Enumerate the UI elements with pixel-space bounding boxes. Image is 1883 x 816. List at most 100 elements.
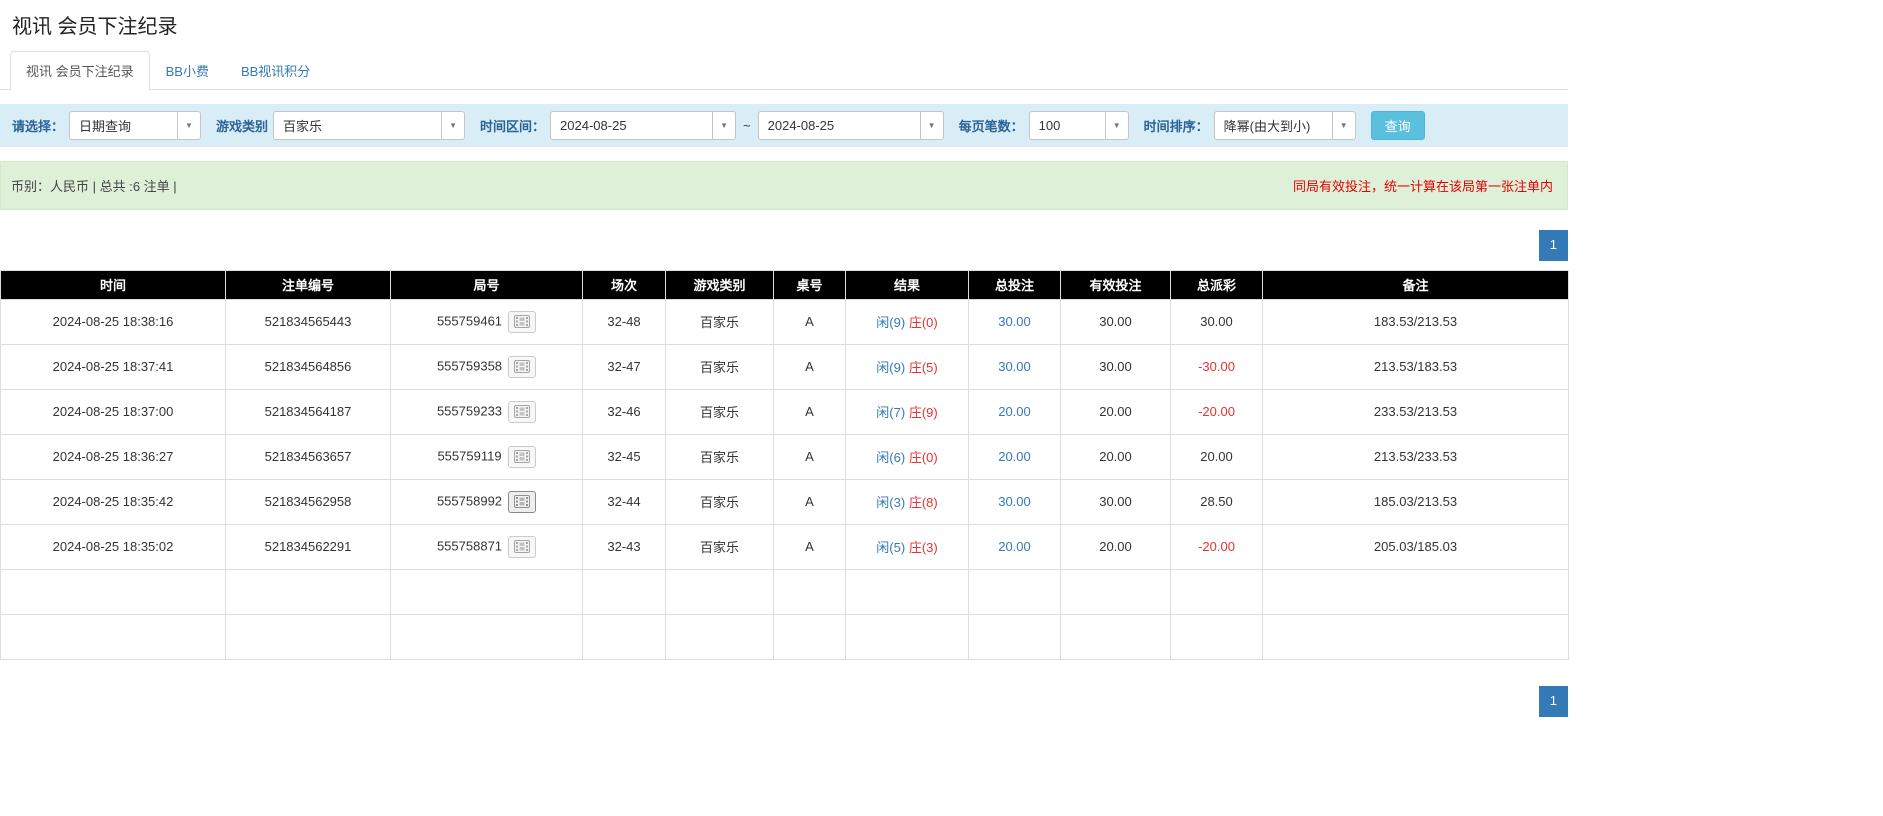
pagination-page-1[interactable]: 1 bbox=[1539, 230, 1568, 261]
table-body: 2024-08-25 18:38:16 521834565443 5557594… bbox=[1, 299, 1569, 659]
total-bet-link[interactable]: 30.00 bbox=[998, 359, 1031, 374]
total-payout: 8.50 bbox=[1171, 614, 1263, 659]
tab-bar: 视讯 会员下注纪录 BB小费 BB视讯积分 bbox=[0, 51, 1568, 90]
cell-time: 2024-08-25 18:37:41 bbox=[1, 344, 226, 389]
cell-time: 2024-08-25 18:36:27 bbox=[1, 434, 226, 479]
cell-result: 闲(9) 庄(5) bbox=[846, 344, 969, 389]
cell-session: 32-47 bbox=[583, 344, 666, 389]
chevron-down-icon[interactable]: ▼ bbox=[920, 112, 943, 139]
video-replay-icon[interactable] bbox=[508, 311, 536, 333]
video-replay-icon[interactable] bbox=[508, 401, 536, 423]
round-number: 555759119 bbox=[437, 448, 501, 463]
date-range-separator: ~ bbox=[743, 118, 751, 133]
cell-round: 555759358 bbox=[391, 344, 583, 389]
cell-round: 555759233 bbox=[391, 389, 583, 434]
total-bet-link[interactable]: 20.00 bbox=[998, 449, 1031, 464]
cell-note: 213.53/233.53 bbox=[1263, 434, 1569, 479]
header-payout: 总派彩 bbox=[1171, 270, 1263, 299]
cell-valid-bet: 20.00 bbox=[1061, 434, 1171, 479]
sort-select[interactable]: 降幂(由大到小) ▼ bbox=[1214, 111, 1356, 140]
subtotal-valid-bet: 150.00 bbox=[1061, 569, 1171, 614]
cell-round: 555758992 bbox=[391, 479, 583, 524]
cell-total-bet: 30.00 bbox=[969, 299, 1061, 344]
search-button[interactable]: 查询 bbox=[1371, 111, 1425, 140]
cell-valid-bet: 30.00 bbox=[1061, 344, 1171, 389]
cell-game-type: 百家乐 bbox=[666, 524, 774, 569]
cell-round: 555758871 bbox=[391, 524, 583, 569]
cell-payout: 28.50 bbox=[1171, 479, 1263, 524]
chevron-down-icon[interactable]: ▼ bbox=[177, 112, 200, 139]
round-number: 555759461 bbox=[437, 313, 502, 328]
round-number: 555759233 bbox=[437, 403, 502, 418]
result-banker: 庄(9) bbox=[909, 405, 938, 420]
date-range-label: 时间区间： bbox=[480, 116, 545, 135]
round-number: 555759358 bbox=[437, 358, 502, 373]
total-bet-link[interactable]: 30.00 bbox=[998, 314, 1031, 329]
cell-bet-id: 521834564856 bbox=[226, 344, 391, 389]
chevron-down-icon[interactable]: ▼ bbox=[1105, 112, 1128, 139]
total-bet-link[interactable]: 20.00 bbox=[998, 404, 1031, 419]
cell-bet-id: 521834564187 bbox=[226, 389, 391, 434]
cell-game-type: 百家乐 bbox=[666, 434, 774, 479]
cell-total-bet: 20.00 bbox=[969, 389, 1061, 434]
video-replay-icon[interactable] bbox=[508, 446, 536, 468]
header-round: 局号 bbox=[391, 270, 583, 299]
cell-session: 32-48 bbox=[583, 299, 666, 344]
date-to-select[interactable]: 2024-08-25 ▼ bbox=[758, 111, 944, 140]
cell-result: 闲(6) 庄(0) bbox=[846, 434, 969, 479]
table-row: 2024-08-25 18:35:42 521834562958 5557589… bbox=[1, 479, 1569, 524]
cell-game-type: 百家乐 bbox=[666, 389, 774, 434]
cell-round: 555759461 bbox=[391, 299, 583, 344]
cell-game-type: 百家乐 bbox=[666, 479, 774, 524]
pagination-page-1[interactable]: 1 bbox=[1539, 686, 1568, 717]
pagination-top: 1 bbox=[0, 230, 1568, 261]
cell-table: A bbox=[774, 479, 846, 524]
cell-valid-bet: 20.00 bbox=[1061, 524, 1171, 569]
video-replay-icon[interactable] bbox=[508, 536, 536, 558]
total-bet-link[interactable]: 30.00 bbox=[998, 494, 1031, 509]
tab-bb-video-points[interactable]: BB视讯积分 bbox=[225, 51, 326, 90]
subtotal-payout: 8.50 bbox=[1171, 569, 1263, 614]
query-type-value: 日期查询 bbox=[70, 116, 177, 135]
tab-bb-tip[interactable]: BB小费 bbox=[150, 51, 225, 90]
header-time: 时间 bbox=[1, 270, 226, 299]
cell-game-type: 百家乐 bbox=[666, 344, 774, 389]
table-row: 2024-08-25 18:36:27 521834563657 5557591… bbox=[1, 434, 1569, 479]
chevron-down-icon[interactable]: ▼ bbox=[1332, 112, 1355, 139]
table-row: 2024-08-25 18:38:16 521834565443 5557594… bbox=[1, 299, 1569, 344]
result-banker: 庄(0) bbox=[909, 450, 938, 465]
page-size-select[interactable]: 100 ▼ bbox=[1029, 111, 1129, 140]
tab-betting-records[interactable]: 视讯 会员下注纪录 bbox=[10, 51, 150, 90]
cell-note: 205.03/185.03 bbox=[1263, 524, 1569, 569]
header-bet-id: 注单编号 bbox=[226, 270, 391, 299]
result-banker: 庄(5) bbox=[909, 360, 938, 375]
page-title: 视讯 会员下注纪录 bbox=[12, 10, 1568, 39]
cell-note: 183.53/213.53 bbox=[1263, 299, 1569, 344]
query-type-select[interactable]: 日期查询 ▼ bbox=[69, 111, 201, 140]
cell-result: 闲(9) 庄(0) bbox=[846, 299, 969, 344]
cell-bet-id: 521834562958 bbox=[226, 479, 391, 524]
table-row: 2024-08-25 18:37:00 521834564187 5557592… bbox=[1, 389, 1569, 434]
video-replay-icon[interactable] bbox=[508, 491, 536, 513]
cell-table: A bbox=[774, 434, 846, 479]
cell-result: 闲(3) 庄(8) bbox=[846, 479, 969, 524]
total-bet-link[interactable]: 20.00 bbox=[998, 539, 1031, 554]
round-number: 555758992 bbox=[437, 493, 502, 508]
chevron-down-icon[interactable]: ▼ bbox=[441, 112, 464, 139]
date-to-value: 2024-08-25 bbox=[759, 118, 920, 133]
subtotal-total-bet: 150.00 bbox=[969, 569, 1061, 614]
table-header-row: 时间 注单编号 局号 场次 游戏类别 桌号 结果 总投注 有效投注 总派彩 备注 bbox=[1, 270, 1569, 299]
total-label: 总计 bbox=[1, 614, 226, 659]
cell-bet-id: 521834562291 bbox=[226, 524, 391, 569]
video-replay-icon[interactable] bbox=[508, 356, 536, 378]
table-row: 2024-08-25 18:37:41 521834564856 5557593… bbox=[1, 344, 1569, 389]
chevron-down-icon[interactable]: ▼ bbox=[712, 112, 735, 139]
game-type-select[interactable]: 百家乐 ▼ bbox=[273, 111, 465, 140]
date-from-select[interactable]: 2024-08-25 ▼ bbox=[550, 111, 736, 140]
result-banker: 庄(8) bbox=[909, 495, 938, 510]
filter-bar: 请选择： 日期查询 ▼ 游戏类别 百家乐 ▼ 时间区间： 2024-08-25 … bbox=[0, 104, 1568, 147]
cell-game-type: 百家乐 bbox=[666, 299, 774, 344]
header-result: 结果 bbox=[846, 270, 969, 299]
round-number: 555758871 bbox=[437, 538, 502, 553]
betting-records-table: 时间 注单编号 局号 场次 游戏类别 桌号 结果 总投注 有效投注 总派彩 备注… bbox=[0, 270, 1569, 660]
